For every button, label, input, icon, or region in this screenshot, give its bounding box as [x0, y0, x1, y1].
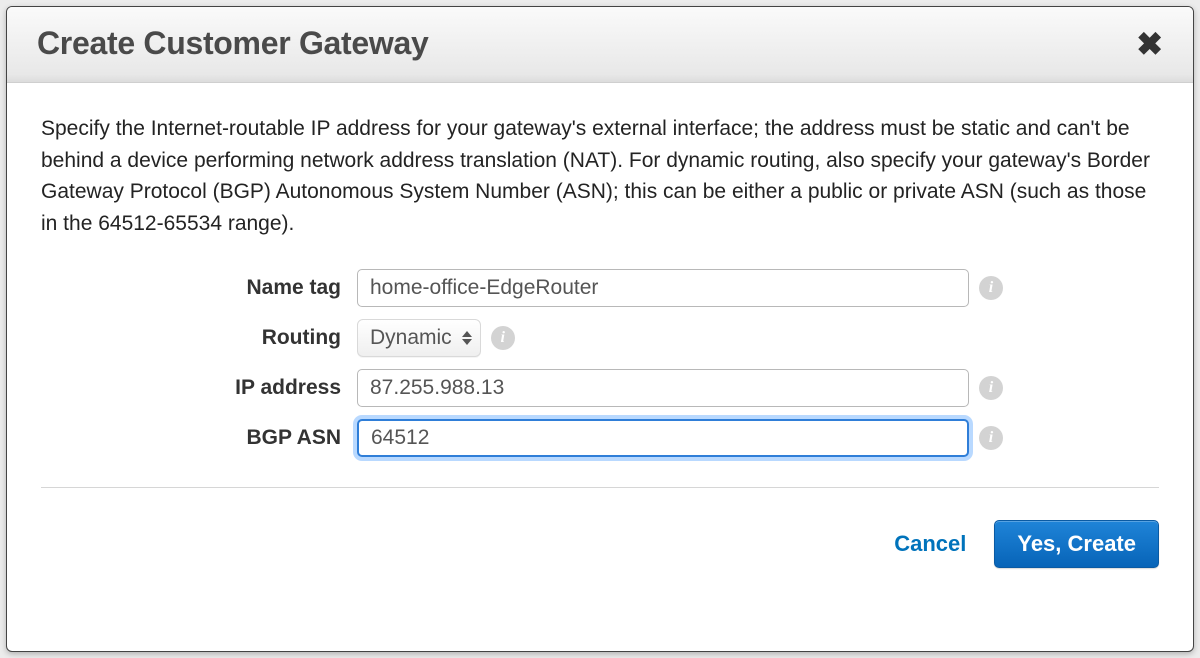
field-row-routing: Routing Dynamic i: [41, 319, 1159, 357]
label-bgp-asn: BGP ASN: [41, 426, 357, 450]
name-tag-input[interactable]: [357, 269, 969, 307]
dialog-header: Create Customer Gateway ✖: [7, 7, 1193, 83]
field-row-ip-address: IP address i: [41, 369, 1159, 407]
info-icon[interactable]: i: [979, 376, 1003, 400]
bgp-asn-input[interactable]: [357, 419, 969, 457]
info-icon[interactable]: i: [979, 276, 1003, 300]
label-name-tag: Name tag: [41, 276, 357, 300]
divider: [41, 487, 1159, 488]
ip-address-input[interactable]: [357, 369, 969, 407]
close-icon[interactable]: ✖: [1136, 28, 1163, 60]
yes-create-button[interactable]: Yes, Create: [994, 520, 1159, 568]
dialog-description: Specify the Internet-routable IP address…: [41, 113, 1159, 239]
label-ip-address: IP address: [41, 376, 357, 400]
info-icon[interactable]: i: [979, 426, 1003, 450]
dialog-body: Specify the Internet-routable IP address…: [7, 83, 1193, 520]
field-row-name-tag: Name tag i: [41, 269, 1159, 307]
create-customer-gateway-dialog: Create Customer Gateway ✖ Specify the In…: [6, 6, 1194, 652]
info-icon[interactable]: i: [491, 326, 515, 350]
routing-select-value: Dynamic: [370, 326, 452, 350]
cancel-button[interactable]: Cancel: [894, 531, 966, 557]
routing-select[interactable]: Dynamic: [357, 319, 481, 357]
label-routing: Routing: [41, 326, 357, 350]
select-arrows-icon: [462, 331, 472, 345]
dialog-footer: Cancel Yes, Create: [7, 520, 1193, 596]
field-row-bgp-asn: BGP ASN i: [41, 419, 1159, 457]
dialog-title: Create Customer Gateway: [37, 25, 428, 62]
